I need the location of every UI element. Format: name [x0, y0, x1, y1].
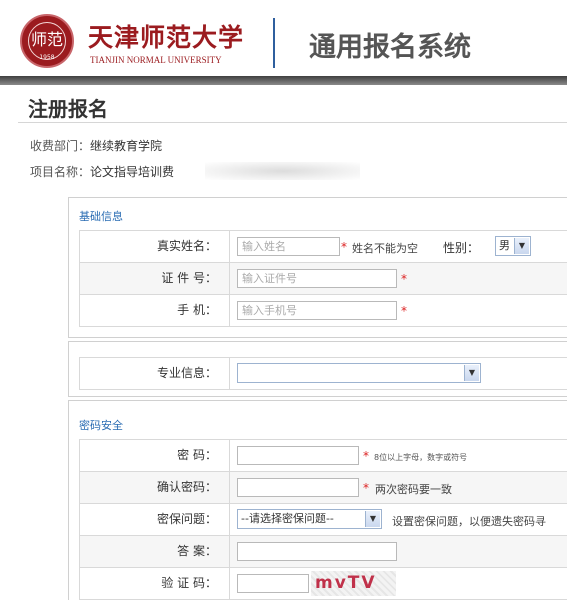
id-row: 证 件 号： 输入证件号 *: [80, 263, 567, 295]
major-row: 专业信息： ▼: [80, 358, 567, 390]
confirm-label: 确认密码：: [80, 472, 230, 503]
seal-glyph: 师范: [30, 30, 63, 49]
captcha-row: 验 证 码： mvTV: [80, 568, 567, 600]
basic-info-section: 基础信息 真实姓名： 输入姓名 * 姓名不能为空 性别： 男 ▼ 证 件 号： …: [68, 197, 567, 338]
chevron-down-icon: ▼: [464, 365, 479, 381]
major-select[interactable]: ▼: [237, 363, 481, 383]
seal-year: 1958: [39, 54, 55, 61]
page-title: 注册报名: [28, 97, 108, 121]
project-line: 项目名称：论文指导培训费: [30, 163, 174, 180]
header-divider: [273, 18, 275, 68]
gender-value: 男: [499, 239, 510, 252]
major-table: 专业信息： ▼: [79, 357, 567, 390]
basic-info-title: 基础信息: [79, 210, 123, 223]
password-row: 密 码： * 8位以上字母，数字或符号: [80, 440, 567, 472]
title-divider: [18, 122, 567, 123]
department-value: 继续教育学院: [90, 139, 163, 153]
captcha-label: 验 证 码：: [80, 568, 230, 599]
system-title: 通用报名系统: [309, 32, 471, 63]
id-required-mark: *: [401, 272, 407, 286]
basic-info-table: 真实姓名： 输入姓名 * 姓名不能为空 性别： 男 ▼ 证 件 号： 输入证件号…: [79, 230, 567, 327]
confirm-password-input[interactable]: [237, 478, 359, 497]
gender-select[interactable]: 男 ▼: [495, 236, 531, 256]
password-input[interactable]: [237, 446, 359, 465]
captcha-input[interactable]: [237, 574, 309, 593]
password-security-section: 密码安全 密 码： * 8位以上字母，数字或符号 确认密码： * 两次密码要一致…: [68, 400, 567, 600]
name-hint: 姓名不能为空: [352, 242, 418, 255]
school-name-en: TIANJIN NORMAL UNIVERSITY: [90, 55, 222, 65]
password-security-title: 密码安全: [79, 419, 123, 432]
name-required-mark: *: [341, 240, 347, 254]
security-table: 密 码： * 8位以上字母，数字或符号 确认密码： * 两次密码要一致 密保问题…: [79, 439, 567, 600]
answer-input[interactable]: [237, 542, 397, 561]
phone-input[interactable]: 输入手机号: [237, 301, 397, 320]
school-name-cn: 天津师范大学: [88, 23, 245, 52]
redacted-area: [205, 162, 360, 180]
header-bar: [0, 76, 567, 85]
project-label: 项目名称：: [30, 165, 91, 179]
department-label: 收费部门：: [30, 139, 91, 153]
site-header: 师范 1958 天津师范大学 TIANJIN NORMAL UNIVERSITY…: [0, 0, 567, 78]
department-line: 收费部门：继续教育学院: [30, 137, 162, 154]
project-value: 论文指导培训费: [90, 165, 175, 179]
name-label: 真实姓名：: [80, 231, 230, 262]
captcha-text: mvTV: [315, 573, 377, 593]
question-hint: 设置密保问题，以便遗失密码寻: [392, 515, 546, 528]
phone-label: 手 机：: [80, 295, 230, 326]
password-required-mark: *: [363, 449, 369, 463]
name-input[interactable]: 输入姓名: [237, 237, 340, 256]
confirm-hint: 两次密码要一致: [375, 483, 452, 496]
confirm-row: 确认密码： * 两次密码要一致: [80, 472, 567, 504]
university-seal-logo: 师范 1958: [20, 14, 74, 68]
chevron-down-icon: ▼: [514, 238, 529, 254]
security-question-value: --请选择密保问题--: [241, 512, 334, 525]
id-input[interactable]: 输入证件号: [237, 269, 397, 288]
phone-row: 手 机： 输入手机号 *: [80, 295, 567, 327]
question-row: 密保问题： --请选择密保问题-- ▼ 设置密保问题，以便遗失密码寻: [80, 504, 567, 536]
chevron-down-icon: ▼: [365, 511, 380, 527]
captcha-image[interactable]: mvTV: [311, 571, 396, 596]
name-row: 真实姓名： 输入姓名 * 姓名不能为空 性别： 男 ▼: [80, 231, 567, 263]
confirm-required-mark: *: [363, 481, 369, 495]
major-label: 专业信息：: [80, 358, 230, 389]
question-label: 密保问题：: [80, 504, 230, 535]
password-label: 密 码：: [80, 440, 230, 471]
security-question-select[interactable]: --请选择密保问题-- ▼: [237, 509, 382, 529]
phone-required-mark: *: [401, 304, 407, 318]
gender-label: 性别：: [443, 241, 480, 255]
password-hint: 8位以上字母，数字或符号: [374, 453, 468, 462]
id-label: 证 件 号：: [80, 263, 230, 294]
answer-row: 答 案：: [80, 536, 567, 568]
major-section: 专业信息： ▼: [68, 341, 567, 397]
answer-label: 答 案：: [80, 536, 230, 567]
